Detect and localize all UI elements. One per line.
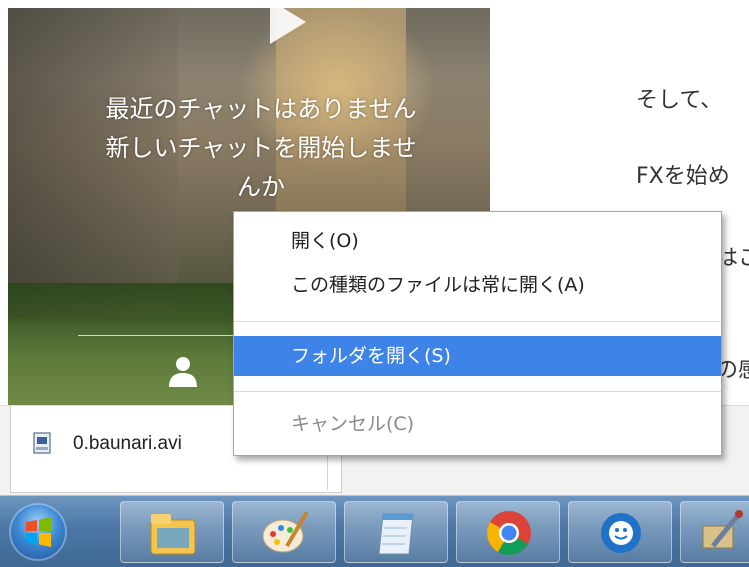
article-text-line-1: そして、	[636, 88, 723, 113]
windows-start-icon[interactable]	[9, 503, 67, 561]
menu-item-always-open[interactable]: この種類のファイルは常に開く(A)	[234, 265, 721, 305]
menu-separator	[234, 391, 721, 392]
empty-chat-line-1: 最近のチャットはありません	[105, 95, 417, 123]
video-file-icon	[33, 432, 51, 454]
download-file-name[interactable]: 0.baunari.avi	[73, 433, 182, 455]
chrome-icon	[487, 511, 531, 555]
menu-item-open[interactable]: 開く(O)	[234, 221, 721, 261]
menu-separator	[234, 321, 721, 322]
taskbar-file-explorer[interactable]	[120, 501, 224, 563]
taskbar-tool[interactable]	[680, 501, 749, 563]
taskbar-messenger[interactable]	[568, 501, 672, 563]
empty-chat-message: 最近のチャットはありません 新しいチャットを開始しませ んか	[76, 90, 446, 207]
play-icon	[270, 8, 306, 44]
messenger-icon	[601, 513, 641, 553]
empty-chat-line-2: 新しいチャットを開始しませ	[105, 134, 417, 162]
file-explorer-icon	[150, 514, 196, 555]
menu-item-cancel[interactable]: キャンセル(C)	[234, 404, 721, 444]
notepad-icon	[378, 513, 414, 555]
context-menu: 開く(O) この種類のファイルは常に開く(A) フォルダを開く(S) キャンセル…	[233, 211, 722, 456]
taskbar-chrome[interactable]	[456, 501, 560, 563]
article-text-line-2: FXを始め	[636, 164, 730, 189]
taskbar-paint[interactable]	[232, 501, 336, 563]
paint-icon	[262, 510, 309, 553]
taskbar-notepad[interactable]	[344, 501, 448, 563]
person-icon[interactable]	[165, 353, 201, 389]
taskbar	[0, 495, 749, 567]
empty-chat-line-3: んか	[237, 173, 285, 201]
menu-item-open-folder[interactable]: フォルダを開く(S)	[234, 336, 721, 376]
tool-icon	[702, 510, 743, 549]
